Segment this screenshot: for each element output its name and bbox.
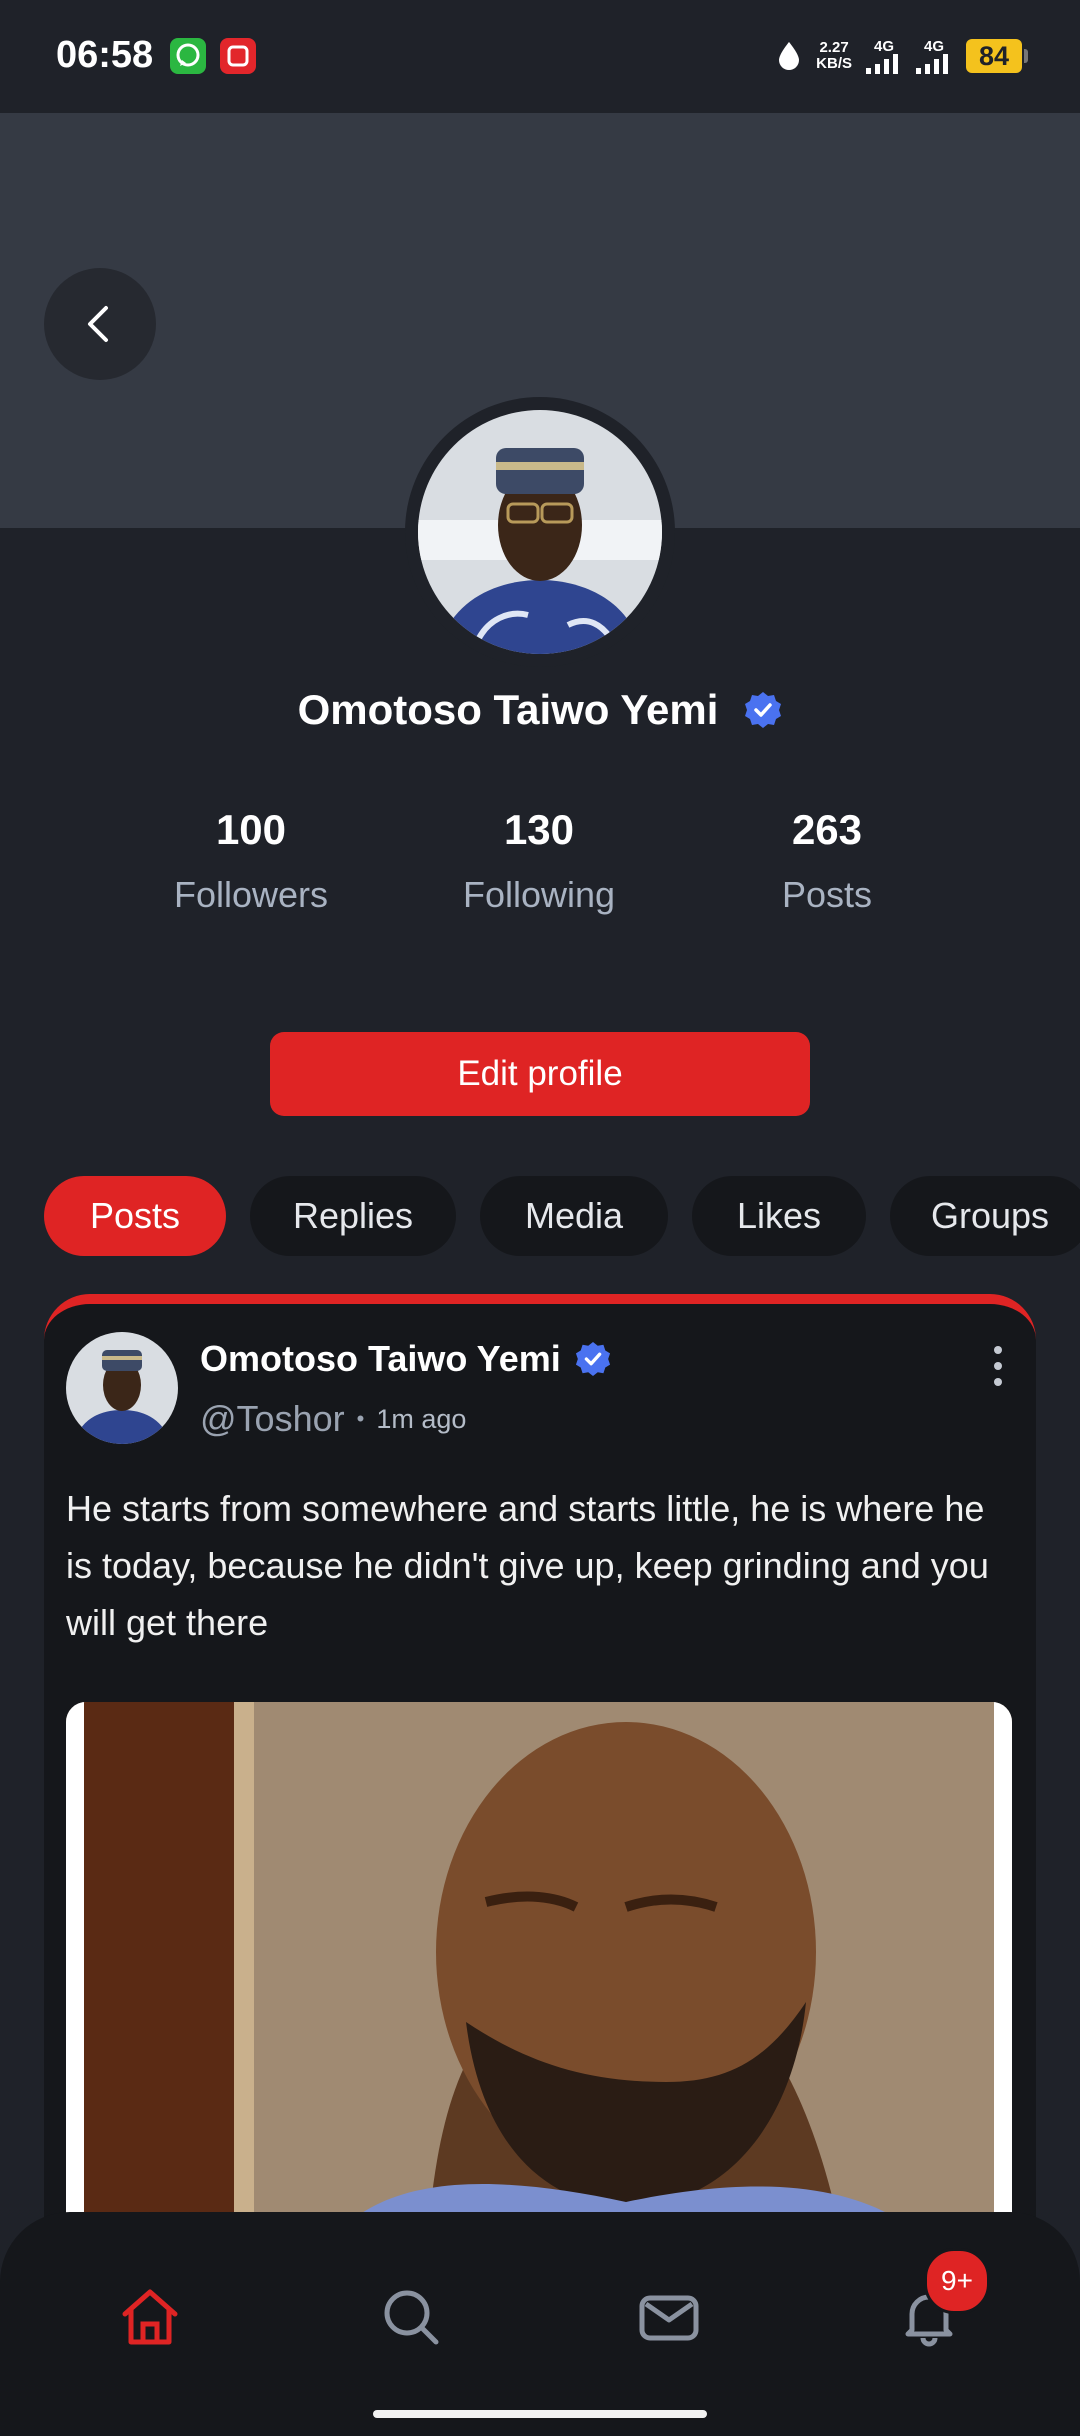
post-image[interactable] bbox=[66, 1702, 1012, 2262]
stat-value: 100 bbox=[215, 806, 287, 853]
post-author-avatar[interactable] bbox=[66, 1332, 178, 1444]
home-icon bbox=[122, 2289, 178, 2345]
verified-badge-icon bbox=[575, 1341, 610, 1377]
post-photo bbox=[66, 1702, 1012, 2262]
network-speed: 2.27 KB/S bbox=[816, 40, 852, 72]
more-options-icon[interactable] bbox=[990, 1344, 1006, 1388]
verified-badge-icon bbox=[745, 692, 782, 728]
search-icon bbox=[384, 2290, 439, 2345]
status-indicators: 2.27 KB/S 4G 4G 84 bbox=[776, 36, 1028, 76]
status-bar: 06:58 2.27 KB/S 4G 4G 84 bbox=[0, 0, 1080, 113]
signal-bars-icon bbox=[916, 53, 948, 74]
profile-name-row: Omotoso Taiwo Yemi bbox=[0, 686, 1080, 734]
network-type-1: 4G bbox=[873, 37, 894, 55]
home-indicator[interactable] bbox=[373, 2410, 707, 2418]
post-author-row: Omotoso Taiwo Yemi bbox=[200, 1338, 611, 1380]
signal-2: 4G bbox=[916, 39, 952, 74]
post-timestamp: 1m ago bbox=[376, 1403, 467, 1434]
tab-groups[interactable]: Groups bbox=[890, 1176, 1080, 1256]
profile-avatar[interactable] bbox=[405, 397, 675, 667]
post-handle[interactable]: @Toshor bbox=[200, 1398, 345, 1440]
post-author-name[interactable]: Omotoso Taiwo Yemi bbox=[200, 1338, 561, 1380]
stat-label: Followers bbox=[173, 874, 329, 915]
notification-badge: 9+ bbox=[924, 2248, 990, 2314]
back-button[interactable] bbox=[44, 268, 156, 380]
network-type-2: 4G bbox=[923, 37, 944, 55]
nav-home[interactable] bbox=[105, 2272, 195, 2362]
tab-posts[interactable]: Posts bbox=[44, 1176, 226, 1256]
stat-value: 130 bbox=[503, 806, 575, 853]
post-card[interactable]: Omotoso Taiwo Yemi @Toshor • 1m ago He s… bbox=[44, 1294, 1036, 2304]
stat-label: Following bbox=[462, 874, 616, 915]
bottom-navigation bbox=[0, 2212, 1080, 2436]
stat-followers[interactable]: 100 Followers bbox=[131, 806, 371, 916]
tab-replies[interactable]: Replies bbox=[250, 1176, 456, 1256]
profile-tabs: Posts Replies Media Likes Groups bbox=[44, 1176, 1080, 1256]
post-text: He starts from somewhere and starts litt… bbox=[66, 1488, 989, 1643]
whatsapp-icon bbox=[170, 38, 206, 74]
profile-name: Omotoso Taiwo Yemi bbox=[297, 686, 719, 733]
stat-value: 263 bbox=[791, 806, 863, 853]
stat-posts[interactable]: 263 Posts bbox=[707, 806, 947, 916]
mail-icon bbox=[639, 2295, 699, 2341]
signal-bars-icon bbox=[866, 53, 898, 74]
signal-1: 4G bbox=[866, 39, 902, 74]
avatar-photo bbox=[418, 410, 662, 654]
stat-following[interactable]: 130 Following bbox=[419, 806, 659, 916]
avatar-photo bbox=[66, 1332, 178, 1444]
status-time: 06:58 bbox=[56, 34, 154, 76]
nav-messages[interactable] bbox=[624, 2272, 714, 2362]
network-speed-unit: KB/S bbox=[816, 55, 852, 72]
network-speed-value: 2.27 bbox=[819, 39, 849, 56]
battery-indicator: 84 bbox=[966, 39, 1028, 73]
edit-profile-button[interactable]: Edit profile bbox=[270, 1032, 810, 1116]
post-meta: @Toshor • 1m ago bbox=[200, 1398, 466, 1440]
nav-search[interactable] bbox=[366, 2272, 456, 2362]
tab-likes[interactable]: Likes bbox=[692, 1176, 866, 1256]
tab-media[interactable]: Media bbox=[480, 1176, 668, 1256]
stat-label: Posts bbox=[781, 874, 873, 915]
meta-separator: • bbox=[356, 1406, 365, 1431]
data-saver-icon bbox=[779, 42, 800, 70]
app-notification-icon bbox=[220, 38, 256, 74]
chevron-left-icon bbox=[88, 306, 108, 342]
